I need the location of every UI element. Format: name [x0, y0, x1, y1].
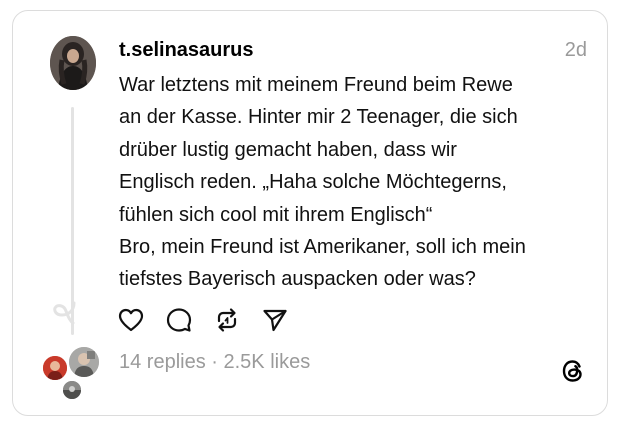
post-line: War letztens mit meinem Freund beim Rewe	[119, 74, 513, 96]
post-card: t.selinasaurus 2d War letztens mit meine…	[12, 10, 608, 416]
likes-count[interactable]: 2.5K likes	[224, 351, 311, 373]
stats-separator: ·	[205, 351, 224, 373]
post-line: drüber lustig gemacht haben, dass wir	[119, 138, 457, 161]
send-icon	[263, 309, 287, 332]
post-line: an der Kasse. Hinter mir 2 Teenager, die…	[119, 106, 518, 129]
comment-icon	[166, 308, 192, 332]
post-line: Bro, mein Freund ist Amerikaner, soll ic…	[119, 236, 526, 259]
replies-count[interactable]: 14 replies	[119, 351, 206, 373]
post-line: fühlen sich cool mit ihrem Englisch“	[119, 203, 433, 226]
replier-avatar[interactable]	[41, 354, 69, 382]
repost-button[interactable]	[213, 306, 241, 334]
post-timestamp: 2d	[564, 39, 587, 61]
post-stats: 14 replies · 2.5K likes	[119, 351, 310, 374]
heart-icon	[118, 308, 144, 332]
share-button[interactable]	[261, 306, 289, 334]
post-body: War letztens mit meinem Freund beim Rewe…	[119, 69, 589, 296]
threads-logo-icon[interactable]	[559, 357, 587, 385]
reply-button[interactable]	[165, 306, 193, 334]
author-username[interactable]: t.selinasaurus	[119, 39, 254, 62]
action-bar	[117, 307, 309, 333]
repost-icon	[217, 308, 237, 332]
replier-avatar[interactable]	[67, 345, 101, 379]
replier-avatar[interactable]	[61, 379, 83, 401]
author-avatar[interactable]	[50, 36, 96, 90]
post-line: Englisch reden. „Haha solche Möchtegerns…	[119, 171, 507, 194]
post-line: tiefstes Bayerisch auspacken oder was?	[119, 268, 476, 291]
like-button[interactable]	[117, 306, 145, 334]
thread-loop-icon	[51, 301, 79, 325]
